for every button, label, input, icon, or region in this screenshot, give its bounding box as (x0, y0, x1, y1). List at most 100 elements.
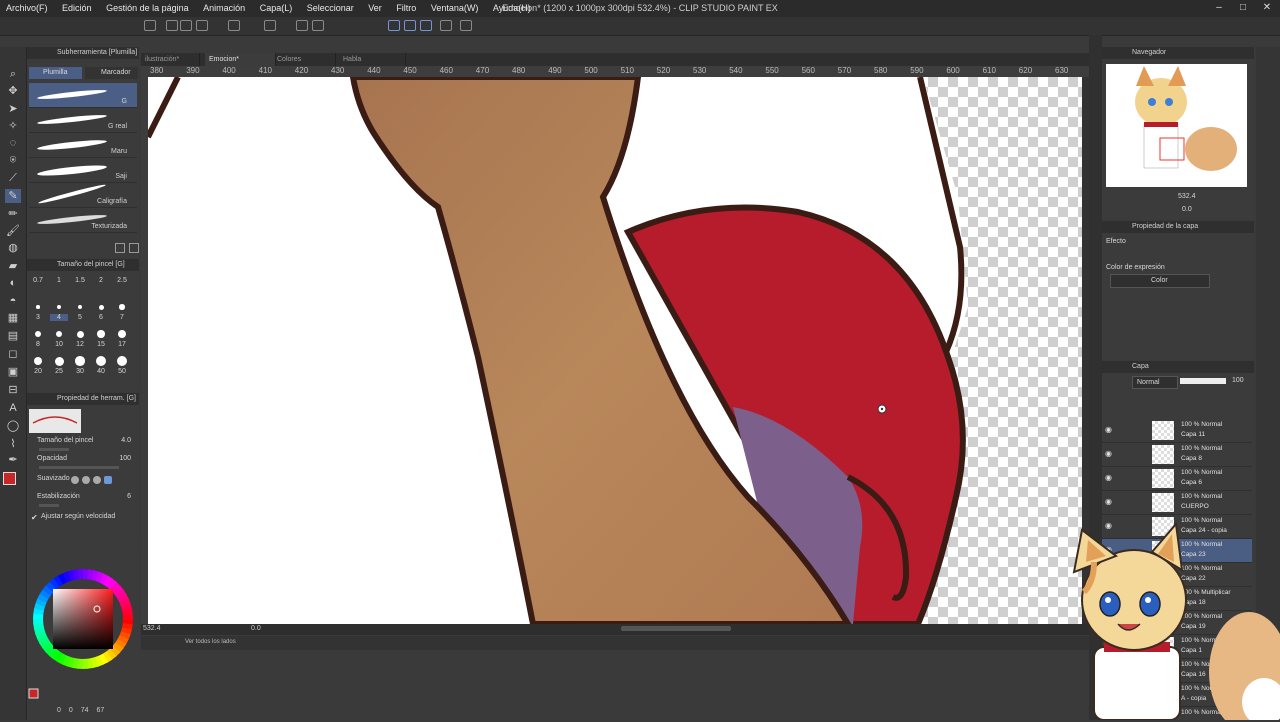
tab-ilustracion[interactable]: ilustración* (141, 53, 200, 66)
brush-size-option[interactable]: 12 (71, 341, 89, 348)
brush-size-option[interactable]: 30 (71, 368, 89, 375)
brush-size-row[interactable]: Tamaño del pincel 4.0 (37, 437, 135, 451)
stabilization-row[interactable]: Estabilización 6 (37, 493, 135, 507)
zoom-icon[interactable]: ⌕ (5, 67, 21, 81)
brush-texturizada[interactable]: Texturizada (29, 208, 137, 233)
tab-marcador[interactable]: Marcador (85, 67, 138, 79)
fill-icon[interactable] (296, 20, 308, 31)
figure-icon[interactable]: ◻ (5, 347, 21, 361)
color-wheel[interactable] (27, 559, 139, 719)
snap-ruler-icon[interactable] (388, 20, 400, 31)
blend-icon[interactable]: ◐ (5, 276, 21, 290)
zoom-readout[interactable]: 532.4 (143, 625, 161, 632)
open-icon[interactable] (166, 20, 178, 31)
expression-color-select[interactable]: Color (1110, 274, 1210, 288)
brush-size-dot[interactable] (35, 331, 41, 337)
layer-settings-icon[interactable] (440, 20, 452, 31)
opacity-row[interactable]: Opacidad 100 (37, 455, 135, 469)
brush-size-dot[interactable] (97, 330, 105, 338)
snap-grid-icon[interactable] (420, 20, 432, 31)
new-file-icon[interactable] (144, 20, 156, 31)
airbrush-icon[interactable]: ◍ (5, 241, 21, 255)
brush-size-dot[interactable] (117, 356, 127, 366)
menu-gestion-pagina[interactable]: Gestión de la página (100, 0, 195, 17)
tab-emocion[interactable]: Emocion* (205, 53, 276, 66)
brush-size-option[interactable]: 40 (92, 368, 110, 375)
canvas-horizontal-scrollbar[interactable] (621, 626, 731, 631)
menu-seleccionar[interactable]: Seleccionar (301, 0, 360, 17)
navigator-rotation[interactable]: 0.0 (1182, 206, 1192, 213)
brush-size-value[interactable]: 4.0 (121, 437, 131, 444)
artwork[interactable] (148, 77, 1082, 624)
ruler-icon[interactable]: ⊟ (5, 383, 21, 397)
opacity-value[interactable]: 100 (119, 455, 131, 462)
fill-tool-icon[interactable]: ◓ (5, 294, 21, 308)
stabilization-slider[interactable] (39, 504, 59, 507)
menu-edicion[interactable]: Edición (56, 0, 98, 17)
brush-g-real[interactable]: G real (29, 108, 137, 133)
brush-g[interactable]: G (29, 83, 137, 108)
smoothing-row[interactable]: Suavizado (37, 475, 135, 489)
text-icon[interactable]: A (5, 401, 21, 415)
print-icon[interactable] (196, 20, 208, 31)
frame-icon[interactable]: ▦ (5, 311, 21, 325)
layer-opacity-slider[interactable] (1180, 378, 1226, 384)
brush-icon[interactable]: 🖌 (5, 224, 21, 238)
hue-segment[interactable] (82, 658, 89, 669)
brush-size-option[interactable]: 2 (92, 277, 110, 284)
brush-size-dot[interactable] (36, 305, 40, 309)
layer-row[interactable]: ◉ 100 % Normal Capa 8 (1102, 443, 1252, 467)
brush-size-option[interactable]: 17 (113, 341, 131, 348)
view-all-sides-label[interactable]: Ver todos los lados (185, 639, 236, 645)
pen-small-icon[interactable]: ✒ (5, 453, 21, 467)
undo-icon[interactable] (228, 20, 240, 31)
brush-size-option[interactable]: 20 (29, 368, 47, 375)
create-subtool-icon[interactable] (115, 243, 125, 253)
smoothing-option-2[interactable] (82, 476, 90, 484)
navigator-preview[interactable] (1106, 64, 1247, 187)
frame-border-icon[interactable]: ▣ (5, 365, 21, 379)
eraser-icon[interactable]: ▰ (5, 259, 21, 273)
blend-mode-select[interactable]: Normal (1132, 376, 1178, 389)
brush-size-option[interactable]: 10 (50, 341, 68, 348)
layer-row[interactable]: ◉ 100 % Normal CUERPO (1102, 491, 1252, 515)
eye-icon[interactable]: ◉ (1105, 425, 1114, 434)
transform-icon[interactable] (312, 20, 324, 31)
auto-select-icon[interactable]: ⍟ (5, 153, 21, 167)
opacity-slider[interactable] (39, 466, 119, 469)
brush-size-option[interactable]: 0.7 (29, 277, 47, 284)
brush-size-dot[interactable] (57, 305, 61, 309)
brush-size-option[interactable]: 50 (113, 368, 131, 375)
eyedropper-icon[interactable]: ⟋ (5, 171, 21, 185)
layer-opacity-value[interactable]: 100 (1232, 377, 1244, 384)
layer-row[interactable]: ◉ 100 % Normal Capa 6 (1102, 467, 1252, 491)
brush-size-option[interactable]: 15 (92, 341, 110, 348)
brush-size-option[interactable]: 4 (50, 314, 68, 321)
brush-maru[interactable]: Maru (29, 133, 137, 158)
brush-size-dot[interactable] (119, 304, 125, 310)
brush-size-dot[interactable] (76, 330, 84, 338)
stabilization-value[interactable]: 6 (127, 493, 131, 500)
brush-size-option[interactable]: 3 (29, 314, 47, 321)
hue-segment[interactable] (77, 569, 84, 580)
smoothing-option-4[interactable] (104, 476, 112, 484)
brush-size-dot[interactable] (33, 356, 43, 366)
brush-size-option[interactable]: 2.5 (113, 277, 131, 284)
minimize-icon[interactable]: – (1212, 2, 1226, 14)
brush-size-option[interactable]: 25 (50, 368, 68, 375)
brush-size-dot[interactable] (54, 356, 64, 366)
layer-row[interactable]: ◉ 100 % Normal Capa 11 (1102, 419, 1252, 443)
brush-size-dot[interactable] (96, 356, 106, 366)
eye-icon[interactable]: ◉ (1105, 449, 1114, 458)
menu-capa[interactable]: Capa(L) (254, 0, 299, 17)
save-icon[interactable] (180, 20, 192, 31)
maximize-icon[interactable]: □ (1236, 2, 1250, 14)
reference-layer-icon[interactable] (460, 20, 472, 31)
tab-habla[interactable]: Habla (339, 53, 406, 66)
brush-size-dot[interactable] (75, 356, 85, 366)
operation-icon[interactable]: ➤ (5, 102, 21, 116)
menu-ver[interactable]: Ver (362, 0, 388, 17)
brush-saji[interactable]: Saji (29, 158, 137, 183)
delete-subtool-icon[interactable] (129, 243, 139, 253)
rotation-readout[interactable]: 0.0 (251, 625, 261, 632)
